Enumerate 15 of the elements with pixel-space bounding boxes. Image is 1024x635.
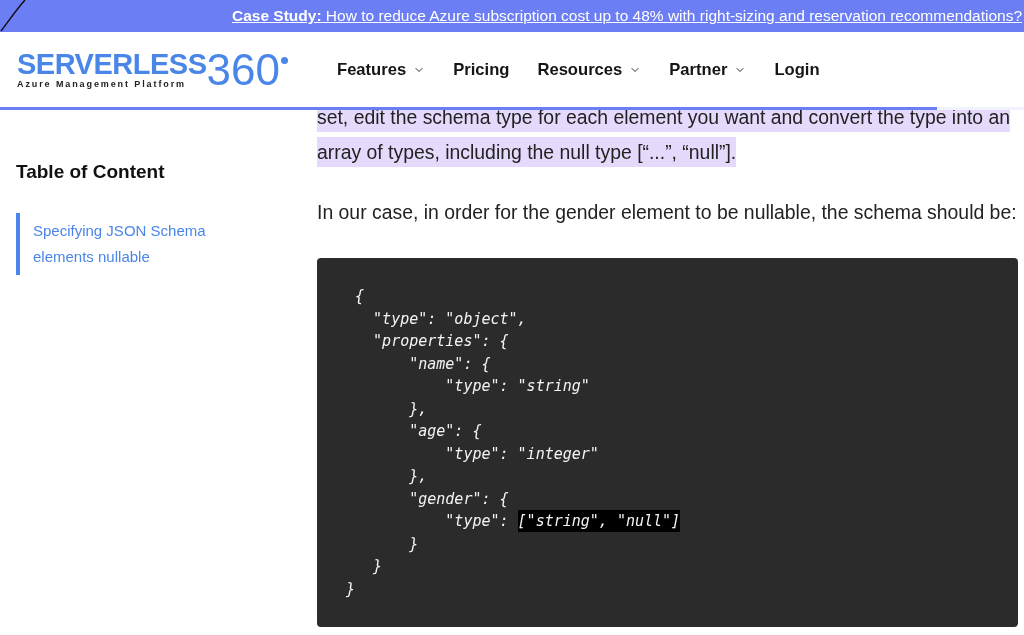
nav-link[interactable]: Pricing (453, 58, 510, 81)
logo-number: 360 (206, 49, 280, 90)
nav-link[interactable]: Login (774, 58, 820, 81)
banner-link[interactable]: Case Study: How to reduce Azure subscription cost up to 48% with right-sizing and reservation recommendations? (231, 6, 1022, 26)
paragraph: In our case, in order for the gender element to be nullable, the schema should be: (317, 200, 1018, 225)
nav-link[interactable]: Resources (537, 58, 642, 81)
logo-tagline: Azure Management Platform (17, 78, 188, 89)
toc-link[interactable]: Specifying JSON Schema elements nullable (16, 213, 216, 275)
logo-wordmark: SERVERLESS (17, 50, 207, 77)
nav-link[interactable]: Partner (669, 58, 747, 81)
curved-line-icon (0, 0, 26, 32)
logo-dot-icon (280, 56, 288, 64)
code-block: { "type": "object", "properties": { "name": { "type": "string" }, "age": { "type": "integer" }, "gender": { "type": ["string", "null"] } } } (317, 258, 1018, 627)
toc-title: Table of Content (16, 160, 166, 184)
nav-link[interactable]: Features (337, 58, 426, 81)
